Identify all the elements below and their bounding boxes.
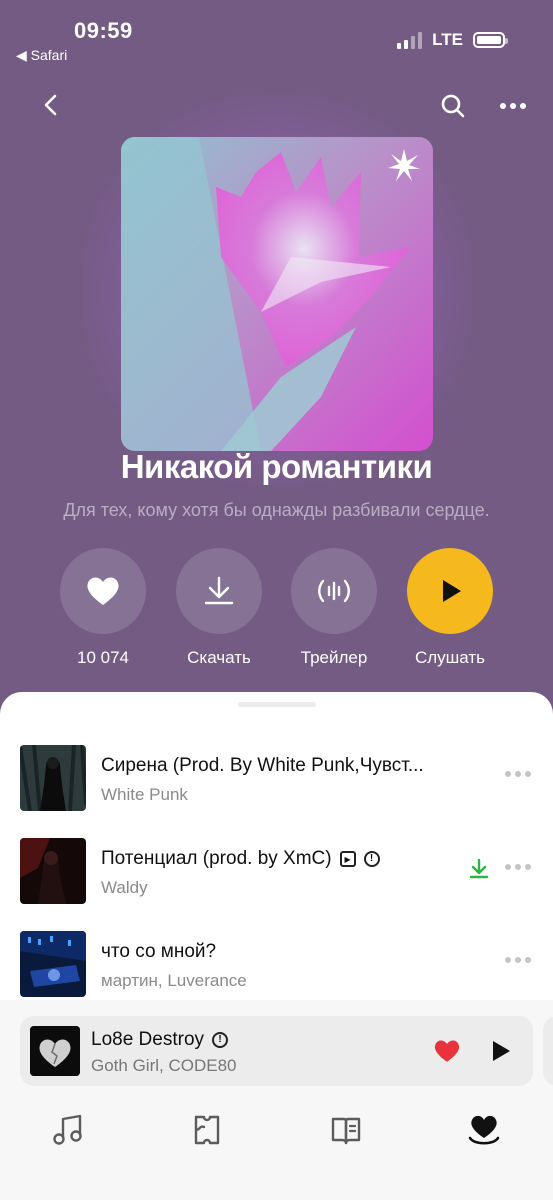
more-dots-icon [500, 103, 526, 109]
track-title: Сирена (Prod. By White Punk,Чувст... [101, 755, 424, 776]
track-title: что со мной? [101, 941, 217, 962]
track-row[interactable]: что со мной? мартин, Luverance [0, 931, 553, 1001]
back-to-safari[interactable]: ◀ Safari [16, 47, 67, 64]
video-clip-icon: ▶ [339, 851, 356, 867]
track-cover [20, 931, 86, 997]
track-artist: мартин, Luverance [101, 971, 247, 990]
listen-button[interactable]: Слушать [390, 548, 510, 668]
track-cover [20, 838, 86, 904]
track-row[interactable]: Сирена (Prod. By White Punk,Чувст... Whi… [0, 745, 553, 815]
more-button[interactable] [496, 90, 530, 122]
status-bar: 09:59 ◀ Safari LTE [0, 0, 553, 80]
track-artist: White Punk [101, 785, 188, 804]
heart-icon [87, 577, 119, 605]
sheet-grabber[interactable] [238, 702, 316, 707]
tab-map[interactable] [187, 1110, 227, 1150]
playlist-cover [121, 137, 433, 451]
trailer-wave-icon [318, 579, 350, 603]
tab-bar [0, 1102, 553, 1162]
chevron-left-icon [44, 94, 57, 116]
play-icon [493, 1041, 510, 1061]
signal-icon [397, 31, 423, 49]
mini-player[interactable]: Lo8e Destroy ! Goth Girl, CODE80 [20, 1016, 533, 1086]
playlist-description: Для тех, кому хотя бы однажды разбивали … [63, 500, 490, 520]
download-button[interactable]: Скачать [159, 548, 279, 668]
track-more-icon[interactable] [505, 771, 531, 777]
status-indicators: LTE [397, 30, 508, 50]
trailer-button[interactable]: Трейлер [274, 548, 394, 668]
track-more-icon[interactable] [505, 957, 531, 963]
likes-count: 10 074 [77, 648, 129, 667]
now-playing-cover [30, 1026, 80, 1076]
track-artist: Waldy [101, 878, 148, 897]
track-cover [20, 745, 86, 811]
tab-collection[interactable] [464, 1110, 504, 1150]
map-icon [194, 1115, 220, 1145]
play-icon [443, 580, 461, 602]
track-title: Потенциал (prod. by XmC) ▶ ! [101, 848, 380, 870]
back-button[interactable] [36, 90, 66, 120]
trailer-label: Трейлер [300, 648, 368, 667]
explicit-icon: ! [212, 1032, 229, 1048]
book-icon [331, 1117, 361, 1145]
listen-label: Слушать [414, 648, 486, 667]
tab-music[interactable] [48, 1110, 88, 1150]
status-time: 09:59 [74, 18, 133, 43]
heart-icon [434, 1040, 460, 1062]
download-icon [204, 576, 234, 605]
downloaded-icon [469, 858, 489, 885]
next-player-card[interactable] [543, 1016, 553, 1086]
music-icon [53, 1114, 82, 1145]
explicit-icon: ! [363, 851, 380, 867]
download-label: Скачать [187, 648, 251, 667]
mini-play-button[interactable] [488, 1039, 512, 1068]
playlist-title: Никакой романтики [120, 448, 433, 485]
now-playing-title: Lo8e Destroy ! [91, 1029, 229, 1051]
battery-icon [473, 32, 508, 48]
track-more-icon[interactable] [505, 864, 531, 870]
heart-collection-icon [468, 1115, 500, 1145]
bottom-area: Lo8e Destroy ! Goth Girl, CODE80 [0, 1000, 553, 1200]
like-button[interactable]: 10 074 [43, 548, 163, 668]
now-playing-artist: Goth Girl, CODE80 [91, 1056, 237, 1075]
liked-heart-button[interactable] [433, 1038, 461, 1069]
track-row[interactable]: Потенциал (prod. by XmC) ▶ ! Waldy [0, 838, 553, 908]
network-type: LTE [432, 30, 463, 49]
tab-books[interactable] [326, 1110, 366, 1150]
